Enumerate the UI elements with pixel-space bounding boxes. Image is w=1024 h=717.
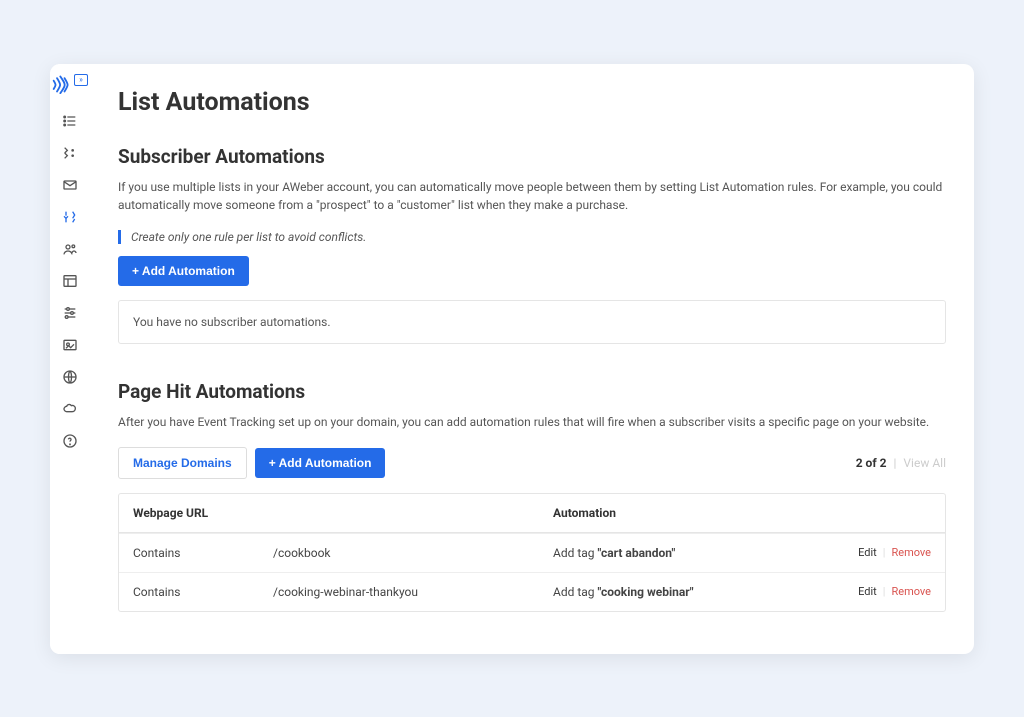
nav-messages-icon[interactable] (61, 176, 79, 194)
pagehit-count: 2 of 2 (856, 456, 887, 470)
add-pagehit-automation-button[interactable]: + Add Automation (255, 448, 386, 478)
row-match: Contains (133, 585, 273, 599)
subscriber-intro: If you use multiple lists in your AWeber… (118, 178, 946, 214)
app-window: » (50, 64, 974, 654)
row-url: /cookbook (273, 546, 553, 560)
subscriber-heading: Subscriber Automations (118, 145, 946, 168)
pagehit-heading: Page Hit Automations (118, 380, 946, 403)
aweber-logo-icon (52, 74, 72, 94)
sidebar: » (50, 64, 90, 654)
add-subscriber-automation-button[interactable]: + Add Automation (118, 256, 249, 286)
edit-link[interactable]: Edit (858, 585, 877, 598)
edit-link[interactable]: Edit (858, 546, 877, 559)
nav-sliders-icon[interactable] (61, 304, 79, 322)
nav-reports-icon[interactable] (61, 272, 79, 290)
nav-automation-icon[interactable] (61, 144, 79, 162)
pagehit-table: Webpage URL Automation Contains /cookboo… (118, 493, 946, 612)
row-match: Contains (133, 546, 273, 560)
view-all-link[interactable]: View All (903, 456, 946, 470)
subscriber-empty-message: You have no subscriber automations. (118, 300, 946, 344)
remove-link[interactable]: Remove (891, 585, 931, 598)
col-automation-header: Automation (553, 506, 931, 520)
manage-domains-button[interactable]: Manage Domains (118, 447, 247, 479)
table-header: Webpage URL Automation (119, 494, 945, 533)
nav-list-automations-icon[interactable] (61, 208, 79, 226)
table-row: Contains /cookbook Add tag "cart abandon… (119, 533, 945, 572)
subscriber-note: Create only one rule per list to avoid c… (118, 230, 946, 244)
nav-web-icon[interactable] (61, 368, 79, 386)
nav-subscribers-icon[interactable] (61, 240, 79, 258)
nav-landing-pages-icon[interactable] (61, 336, 79, 354)
nav-help-icon[interactable] (61, 432, 79, 450)
pagehit-pagination: 2 of 2 | View All (856, 456, 946, 470)
nav-list-icon[interactable] (61, 112, 79, 130)
pagehit-intro: After you have Event Tracking set up on … (118, 413, 946, 431)
nav-integrations-icon[interactable] (61, 400, 79, 418)
remove-link[interactable]: Remove (891, 546, 931, 559)
table-row: Contains /cooking-webinar-thankyou Add t… (119, 572, 945, 611)
col-url-header: Webpage URL (133, 506, 413, 520)
row-action: Add tag "cooking webinar" (553, 585, 858, 599)
page-title: List Automations (118, 88, 946, 117)
row-action: Add tag "cart abandon" (553, 546, 858, 560)
expand-sidebar-button[interactable]: » (74, 74, 88, 86)
row-url: /cooking-webinar-thankyou (273, 585, 553, 599)
logo-wrap: » (52, 74, 88, 94)
main-content: List Automations Subscriber Automations … (90, 64, 974, 654)
